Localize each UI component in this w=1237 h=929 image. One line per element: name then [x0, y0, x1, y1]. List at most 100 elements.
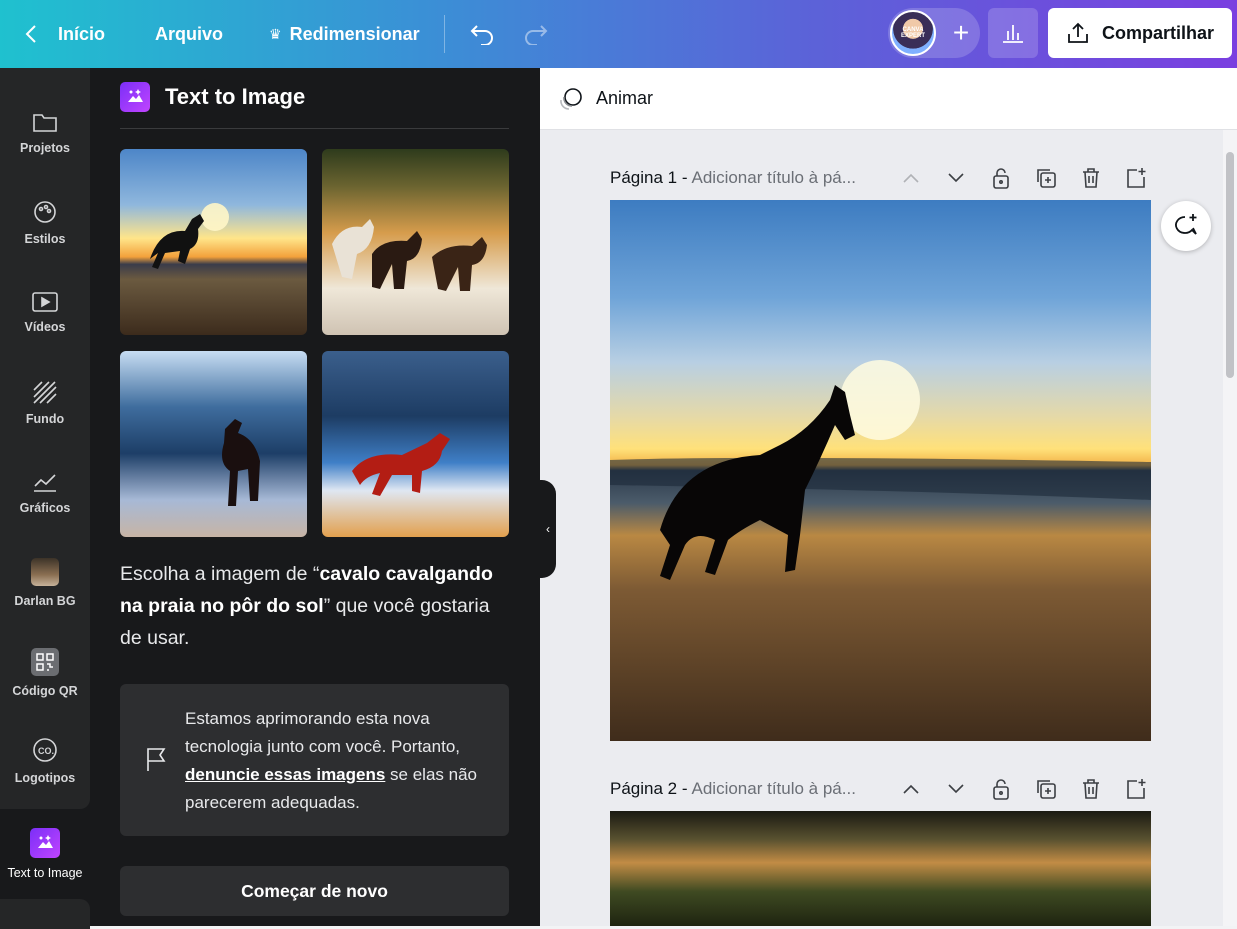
sidebar-item-label: Projetos	[19, 141, 70, 155]
sidebar-item-qr-code[interactable]: Código QR	[0, 633, 90, 713]
trash-icon	[1082, 778, 1099, 799]
page-title-input[interactable]: Adicionar título à pá...	[692, 168, 856, 188]
home-button[interactable]: Início	[0, 14, 119, 54]
move-down-button[interactable]	[943, 165, 968, 190]
flag-icon	[147, 748, 166, 771]
animate-button[interactable]: Animar	[596, 88, 653, 109]
top-bar: Início Arquivo ♛ Redimensionar CANVA EXP…	[0, 0, 1237, 68]
home-label: Início	[58, 23, 106, 44]
avatar[interactable]: CANVA EXPERT	[890, 10, 936, 56]
sidebar-item-styles[interactable]: Estilos	[0, 183, 90, 263]
avatar-text: CANVA EXPERT	[900, 27, 925, 39]
report-images-link[interactable]: denuncie essas imagens	[185, 765, 385, 784]
upload-icon	[1068, 22, 1088, 43]
lock-icon	[992, 778, 1009, 800]
insights-button[interactable]	[988, 8, 1038, 58]
undo-button[interactable]	[455, 14, 509, 54]
animate-toolbar: Animar	[540, 68, 1237, 130]
add-page-button[interactable]	[1123, 776, 1148, 801]
sidebar-item-text-to-image[interactable]: Text to Image	[0, 809, 90, 899]
add-page-icon	[1126, 167, 1145, 188]
chevron-down-icon	[947, 172, 964, 182]
crown-icon: ♛	[269, 25, 282, 42]
chevron-up-icon	[902, 784, 919, 794]
panel-header: Text to Image	[120, 82, 305, 112]
animate-icon[interactable]	[558, 86, 584, 112]
resize-label: Redimensionar	[289, 23, 420, 44]
sidebar-item-logos[interactable]: CO. Logotipos	[0, 721, 90, 801]
chevron-left-icon	[25, 25, 36, 43]
text-to-image-icon	[120, 82, 150, 112]
video-icon	[32, 292, 58, 312]
page-2-canvas[interactable]	[610, 811, 1151, 926]
add-comment-icon	[1175, 214, 1197, 235]
generated-image-3[interactable]	[120, 351, 307, 537]
page-1-canvas[interactable]	[610, 200, 1151, 741]
collapse-panel-button[interactable]: ‹	[540, 480, 556, 578]
resize-button[interactable]: ♛ Redimensionar	[255, 14, 434, 54]
start-over-button[interactable]: Começar de novo	[120, 866, 509, 916]
share-button[interactable]: Compartilhar	[1048, 8, 1232, 58]
generated-image-2[interactable]	[322, 149, 509, 335]
panel-title: Text to Image	[165, 84, 306, 109]
move-up-button[interactable]	[898, 776, 923, 801]
pattern-icon	[33, 381, 57, 404]
vertical-scrollbar[interactable]	[1223, 130, 1237, 926]
sidebar-item-projects[interactable]: Projetos	[0, 93, 90, 173]
sidebar-item-background[interactable]: Fundo	[0, 363, 90, 443]
duplicate-icon	[1036, 168, 1056, 188]
chart-icon	[34, 474, 56, 492]
page-2-header: Página 2 - Adicionar título à pá...	[610, 774, 1155, 804]
collaborators: CANVA EXPERT +	[888, 8, 980, 58]
lock-button[interactable]	[988, 776, 1013, 801]
file-menu-button[interactable]: Arquivo	[141, 14, 237, 54]
sidebar-item-label: Estilos	[24, 232, 66, 246]
sidebar-item-darlan-bg[interactable]: Darlan BG	[0, 543, 90, 623]
photo-icon	[31, 558, 59, 586]
rail-menu: Projetos Estilos Vídeos Fundo Gráficos D…	[0, 68, 90, 809]
sidebar-item-label: Gráficos	[19, 501, 71, 515]
notice-text: Estamos aprimorando esta nova tecnologia…	[185, 705, 495, 817]
folder-icon	[33, 114, 57, 132]
move-down-button[interactable]	[943, 776, 968, 801]
plus-icon: +	[952, 17, 970, 48]
svg-text:CO.: CO.	[38, 746, 54, 756]
page-actions	[898, 165, 1148, 190]
text-to-image-icon	[30, 828, 60, 858]
qr-icon	[31, 648, 59, 676]
undo-icon	[470, 25, 493, 45]
generated-image-4[interactable]	[322, 351, 509, 537]
page-title-input[interactable]: Adicionar título à pá...	[692, 779, 856, 799]
sidebar-item-label: Vídeos	[24, 320, 66, 334]
logo-icon: CO.	[33, 738, 57, 762]
share-label: Compartilhar	[1101, 22, 1215, 43]
delete-button[interactable]	[1078, 776, 1103, 801]
sidebar-item-label: Logotipos	[14, 771, 76, 785]
lock-button[interactable]	[988, 165, 1013, 190]
invite-button[interactable]: +	[940, 12, 982, 54]
page-label: Página 2 -	[610, 779, 688, 798]
notice-before: Estamos aprimorando esta nova tecnologia…	[185, 709, 460, 756]
sidebar-item-videos[interactable]: Vídeos	[0, 273, 90, 353]
left-rail: Projetos Estilos Vídeos Fundo Gráficos D…	[0, 68, 90, 929]
lock-icon	[992, 167, 1009, 189]
sidebar-item-charts[interactable]: Gráficos	[0, 453, 90, 533]
rail-more[interactable]	[0, 899, 90, 929]
move-up-button[interactable]	[898, 165, 923, 190]
duplicate-button[interactable]	[1033, 165, 1058, 190]
redo-icon	[524, 25, 548, 45]
canvas-area: Animar Página 1 - Adicionar título à pá.…	[540, 68, 1237, 926]
sidebar-item-label: Text to Image	[7, 866, 83, 880]
add-page-icon	[1126, 778, 1145, 799]
delete-button[interactable]	[1078, 165, 1103, 190]
sidebar-item-label: Darlan BG	[14, 594, 76, 608]
scroll-thumb[interactable]	[1226, 152, 1234, 378]
comment-button[interactable]	[1161, 201, 1211, 251]
duplicate-button[interactable]	[1033, 776, 1058, 801]
add-page-button[interactable]	[1123, 165, 1148, 190]
chevron-up-icon	[902, 173, 919, 183]
redo-button[interactable]	[509, 14, 563, 54]
sidebar-item-label: Código QR	[12, 684, 78, 698]
page-1-header: Página 1 - Adicionar título à pá...	[610, 163, 1155, 193]
generated-image-1[interactable]	[120, 149, 307, 335]
